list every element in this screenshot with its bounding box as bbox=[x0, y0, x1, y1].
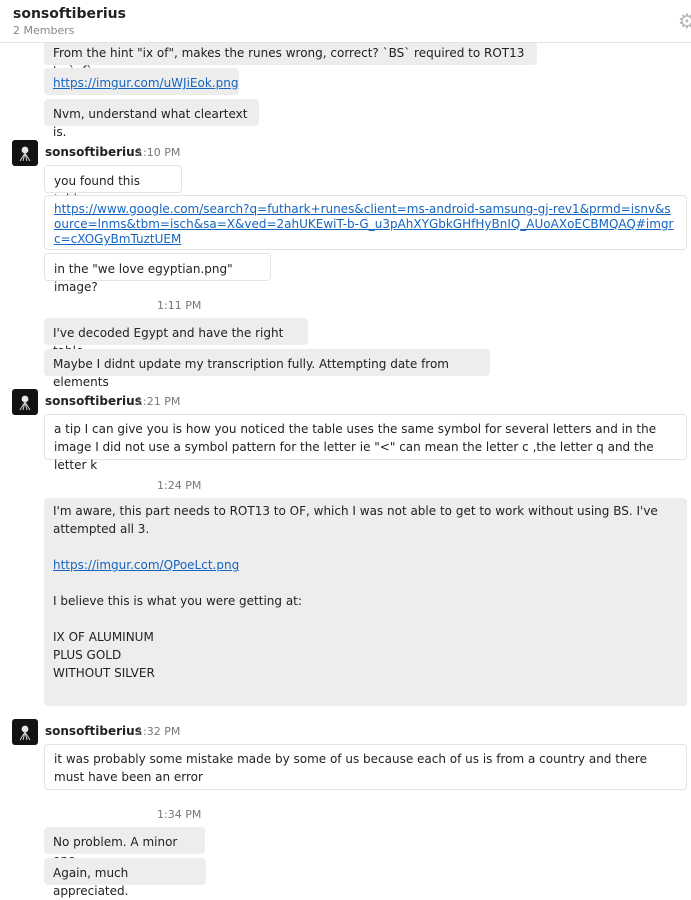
timestamp: 1:11 PM bbox=[157, 299, 202, 312]
message-text: a tip I can give you is how you noticed … bbox=[54, 422, 657, 472]
message-author[interactable]: sonsoftiberius bbox=[45, 724, 142, 738]
message-text: Again, much appreciated. bbox=[53, 866, 129, 898]
message-text: Nvm, understand what cleartext is. bbox=[53, 107, 248, 139]
message: you found this table: bbox=[44, 165, 182, 206]
message-text: I'm aware, this part needs to ROT13 to O… bbox=[53, 504, 658, 536]
avatar-icon bbox=[19, 725, 31, 741]
avatar[interactable] bbox=[12, 140, 38, 166]
message-link[interactable]: https://www.google.com/search?q=futhark+… bbox=[54, 202, 677, 247]
avatar[interactable] bbox=[12, 389, 38, 415]
message-text: I believe this is what you were getting … bbox=[53, 594, 302, 608]
timestamp: 1:21 PM bbox=[136, 395, 181, 408]
avatar[interactable] bbox=[12, 719, 38, 745]
message-text: it was probably some mistake made by som… bbox=[54, 752, 647, 784]
timestamp: 1:10 PM bbox=[136, 146, 181, 159]
message-link[interactable]: https://imgur.com/uWJiEok.png bbox=[53, 76, 238, 90]
message-author[interactable]: sonsoftiberius bbox=[45, 145, 142, 159]
message: a tip I can give you is how you noticed … bbox=[44, 414, 687, 472]
timestamp: 1:32 PM bbox=[136, 725, 181, 738]
message-author[interactable]: sonsoftiberius bbox=[45, 394, 142, 408]
message: Again, much appreciated. bbox=[44, 858, 206, 898]
message: https://www.google.com/search?q=futhark+… bbox=[44, 195, 687, 250]
message: in the "we love egyptian.png" image? bbox=[44, 253, 271, 294]
message: it was probably some mistake made by som… bbox=[44, 744, 687, 790]
message: I've decoded Egypt and have the right ta… bbox=[44, 318, 308, 358]
message-text: Maybe I didnt update my transcription fu… bbox=[53, 357, 449, 389]
timestamp: 1:24 PM bbox=[157, 479, 202, 492]
room-title[interactable]: sonsoftiberius bbox=[13, 6, 126, 22]
message-text: WITHOUT SILVER bbox=[53, 666, 155, 680]
message: https://imgur.com/uWJiEok.png bbox=[44, 68, 239, 95]
avatar-icon bbox=[19, 146, 31, 162]
message: Nvm, understand what cleartext is. bbox=[44, 99, 259, 139]
message-text: IX OF ALUMINUM bbox=[53, 630, 154, 644]
member-count[interactable]: 2 Members bbox=[13, 24, 74, 37]
timestamp: 1:34 PM bbox=[157, 808, 202, 821]
message: No problem. A minor one bbox=[44, 827, 205, 867]
avatar-icon bbox=[19, 395, 31, 411]
gear-icon[interactable]: ⚙ bbox=[678, 11, 691, 31]
room-header: sonsoftiberius 2 Members ⚙ bbox=[0, 0, 691, 43]
message: I'm aware, this part needs to ROT13 to O… bbox=[44, 498, 687, 706]
message-text: in the "we love egyptian.png" image? bbox=[54, 262, 233, 294]
message-text: PLUS GOLD bbox=[53, 648, 122, 662]
message-link[interactable]: https://imgur.com/QPoeLct.png bbox=[53, 558, 239, 572]
message: Maybe I didnt update my transcription fu… bbox=[44, 349, 490, 389]
